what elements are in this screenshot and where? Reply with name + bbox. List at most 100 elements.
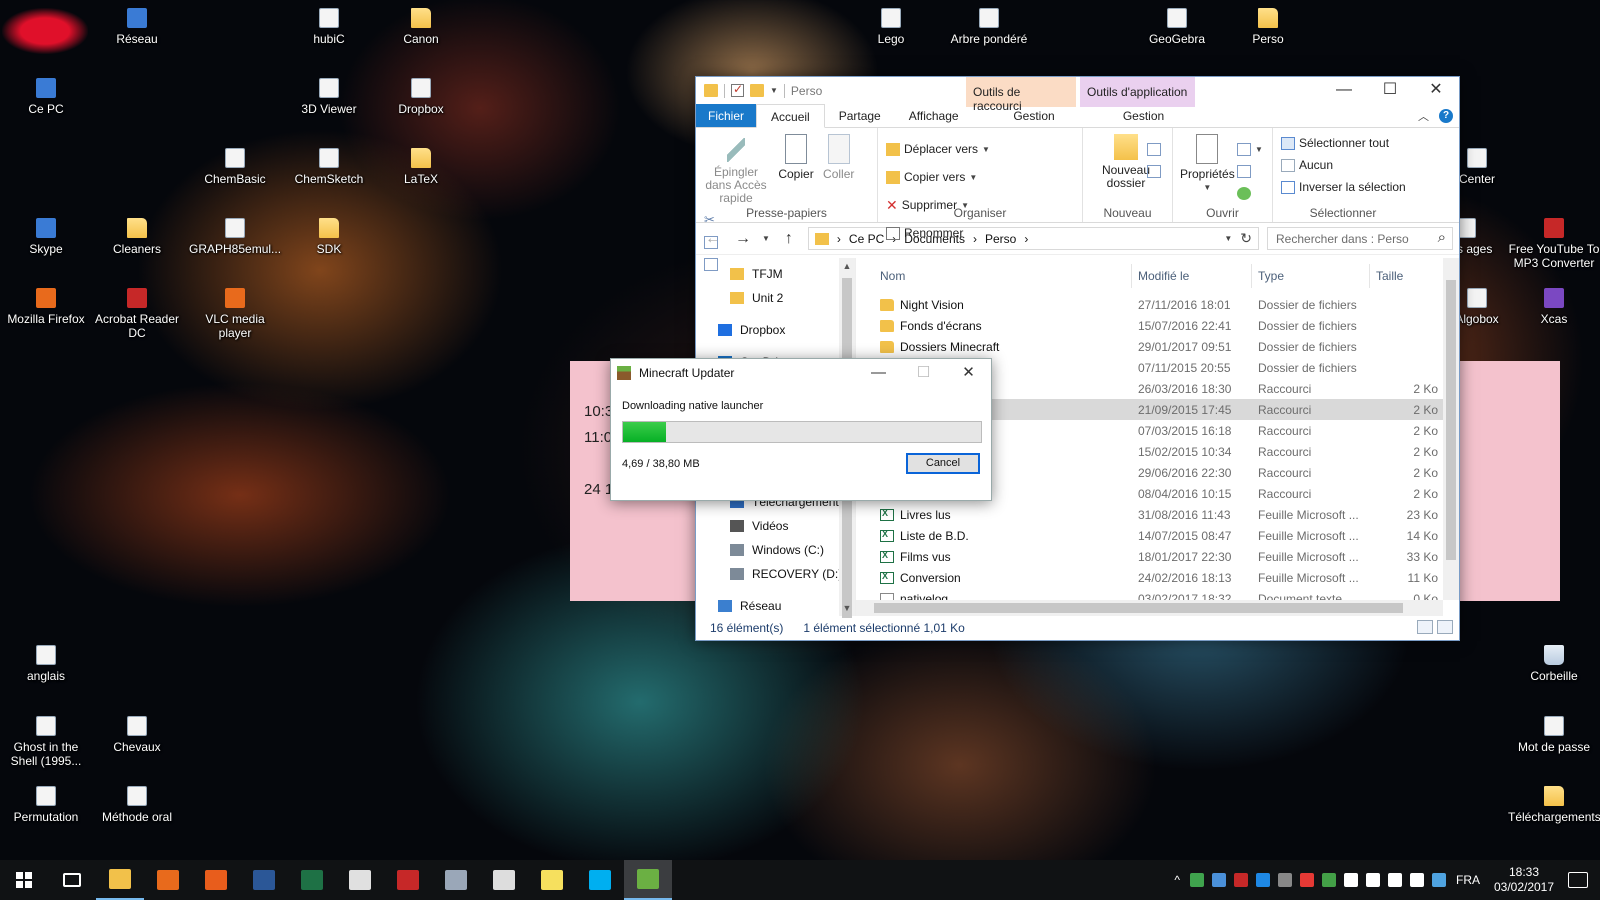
nav-item[interactable]: Unit 2 [696,286,855,310]
details-view-button[interactable] [1417,620,1433,634]
tab-view[interactable]: Affichage [895,104,973,127]
explorer-titlebar[interactable]: ▼ Perso Outils de raccourci Outils d'app… [696,77,1459,113]
taskbar-task-view[interactable] [48,860,96,900]
tray-icon[interactable] [1432,873,1446,887]
properties-button[interactable]: Propriétés ▼ [1177,132,1238,196]
desktop-icon[interactable]: Arbre pondéré [943,8,1035,46]
tray-icon[interactable] [1322,873,1336,887]
tray-icon[interactable] [1278,873,1292,887]
column-modified[interactable]: Modifié le [1132,264,1252,288]
action-center-icon[interactable] [1568,872,1588,888]
copy-button[interactable]: Copier [775,132,816,183]
language-indicator[interactable]: FRA [1456,873,1480,887]
move-to-button[interactable]: Déplacer vers ▼ [882,138,994,160]
tab-manage-application[interactable]: Gestion [1096,104,1191,128]
desktop-icon[interactable]: Ce PC [0,78,92,116]
tray-icon[interactable] [1410,873,1424,887]
paste-button[interactable]: Coller [820,132,857,183]
desktop-icon[interactable]: Réseau [91,8,183,46]
breadcrumb-item[interactable]: Perso [985,232,1016,246]
pin-quick-access-button[interactable]: Épingler dans Accès rapide [700,132,772,207]
show-hidden-icons[interactable]: ^ [1174,873,1180,887]
address-dropdown-icon[interactable]: ▼ [1224,234,1232,243]
properties-quick-icon[interactable] [731,82,744,97]
minimize-button[interactable]: — [856,359,901,387]
nav-item[interactable]: Windows (C:) [696,538,855,562]
nav-item[interactable]: Vidéos [696,514,855,538]
easy-access-button[interactable] [1143,160,1165,182]
taskbar-firefox[interactable] [144,860,192,900]
refresh-icon[interactable]: ↻ [1240,230,1252,247]
taskbar-media-player[interactable] [192,860,240,900]
desktop-icon[interactable]: Cleaners [91,218,183,256]
desktop-icon[interactable]: Perso [1222,8,1314,46]
select-all-button[interactable]: Sélectionner tout [1277,132,1410,154]
desktop-icon[interactable]: Lego [845,8,937,46]
desktop-icon[interactable]: Ghost in the Shell (1995... [0,716,92,768]
copy-to-button[interactable]: Copier vers ▼ [882,166,994,188]
taskbar-word[interactable] [240,860,288,900]
tray-icon[interactable] [1190,873,1204,887]
desktop-icon[interactable]: SDK [283,218,375,256]
file-list-vscrollbar[interactable] [1443,258,1459,600]
desktop-icon[interactable]: Canon [375,8,467,46]
tab-home[interactable]: Accueil [756,104,825,128]
open-button[interactable]: ▼ [1233,138,1267,160]
minimize-button[interactable]: — [1321,77,1367,104]
desktop-icon[interactable]: Free YouTube To MP3 Converter [1508,218,1600,270]
invert-selection-button[interactable]: Inverser la sélection [1277,176,1410,198]
desktop-icon[interactable]: Xcas [1508,288,1600,326]
file-row[interactable]: Livres lus 31/08/2016 11:43 Feuille Micros… [856,504,1459,525]
minecraft-updater-dialog[interactable]: Minecraft Updater — ☐ ✕ Downloading nati… [610,358,992,501]
search-input[interactable]: Rechercher dans : Perso [1267,227,1453,250]
large-icons-view-button[interactable] [1437,620,1453,634]
file-row[interactable]: Dossiers Minecraft 29/01/2017 09:51 Dossie… [856,336,1459,357]
desktop-icon[interactable]: Acrobat Reader DC [91,288,183,340]
desktop-icon[interactable]: ChemBasic [189,148,281,186]
tab-application-tools[interactable]: Outils d'application [1080,77,1195,107]
taskbar-geogebra[interactable] [432,860,480,900]
edit-button[interactable] [1233,160,1267,182]
start-button[interactable] [0,860,48,900]
tray-icon[interactable] [1344,873,1358,887]
desktop-icon[interactable]: Mot de passe [1508,716,1600,754]
file-row[interactable]: Films vus 18/01/2017 22:30 Feuille Microso… [856,546,1459,567]
desktop-icon[interactable]: Corbeille [1508,645,1600,683]
select-none-button[interactable]: Aucun [1277,154,1410,176]
history-button[interactable] [1233,182,1267,204]
taskbar-minecraft[interactable] [624,860,672,900]
tab-manage-shortcut[interactable]: Gestion [994,104,1074,128]
copy-path-button[interactable] [700,231,722,253]
address-bar[interactable]: › Ce PC › Documents › Perso › ▼ ↻ [807,227,1259,250]
desktop-icon[interactable]: GRAPH85emul... [189,218,281,256]
desktop-icon[interactable]: Chevaux [91,716,183,754]
tab-shortcut-tools[interactable]: Outils de raccourci [966,77,1076,113]
nav-item[interactable]: TFJM [696,262,855,286]
recent-locations-icon[interactable]: ▼ [762,234,770,243]
tab-file[interactable]: Fichier [696,104,757,127]
file-row[interactable]: Conversion 24/02/2016 18:13 Feuille Micros… [856,567,1459,588]
column-size[interactable]: Taille [1370,264,1442,288]
tray-icon[interactable] [1256,873,1270,887]
desktop-icon[interactable]: anglais [0,645,92,683]
nav-item[interactable]: Réseau [696,594,855,618]
taskbar-file-explorer[interactable] [96,860,144,900]
taskbar-excel[interactable] [288,860,336,900]
tab-share[interactable]: Partage [825,104,895,127]
desktop-icon[interactable]: GeoGebra [1131,8,1223,46]
tray-icon[interactable] [1212,873,1226,887]
desktop-icon[interactable]: 3D Viewer [283,78,375,116]
close-button[interactable]: ✕ [946,359,991,387]
up-button[interactable]: ↑ [778,230,800,248]
taskbar-skype[interactable] [576,860,624,900]
file-row[interactable]: Liste de B.D. 14/07/2015 08:47 Feuille Mic… [856,525,1459,546]
taskbar-calculator[interactable] [480,860,528,900]
new-item-button[interactable] [1143,138,1165,160]
desktop-icon[interactable]: Skype [0,218,92,256]
close-button[interactable]: ✕ [1413,77,1459,104]
nav-item[interactable]: RECOVERY (D:) [696,562,855,586]
desktop-icon[interactable]: ChemSketch [283,148,375,186]
file-list-hscrollbar[interactable] [856,600,1443,616]
dialog-titlebar[interactable]: Minecraft Updater — ☐ ✕ [611,359,991,387]
rename-button[interactable]: Renommer [882,222,973,244]
